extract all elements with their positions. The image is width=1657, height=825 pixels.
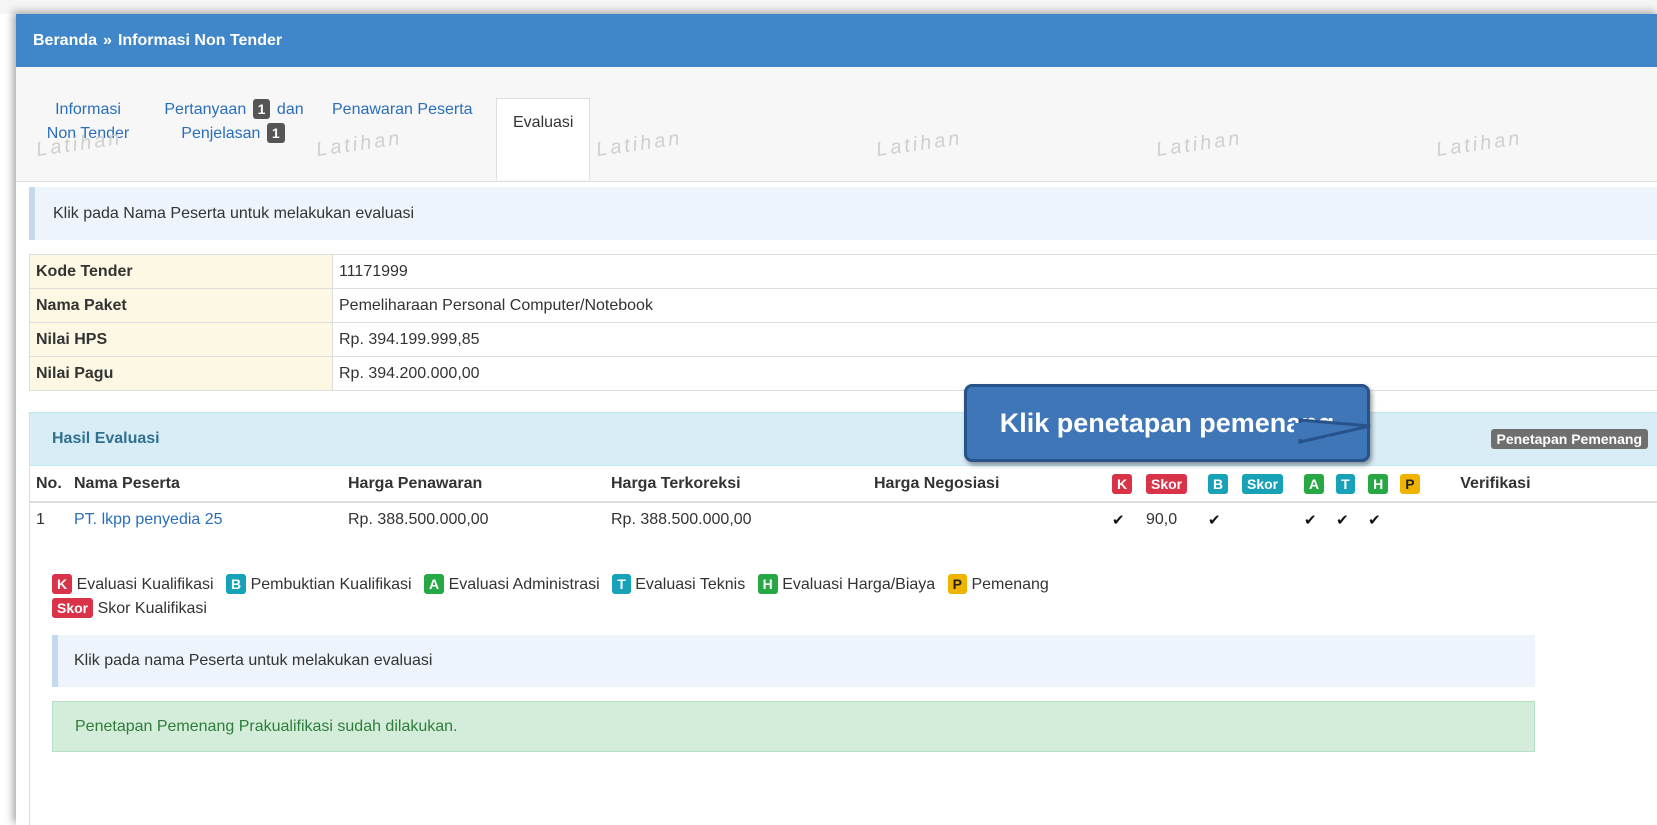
legend-h-badge: H xyxy=(757,574,778,594)
watermark: Latihan xyxy=(874,127,964,161)
tab-pertanyaan-label: Pertanyaan xyxy=(164,101,247,118)
legend: K Evaluasi Kualifikasi B Pembuktian Kual… xyxy=(52,573,1057,621)
legend-t-text: Evaluasi Teknis xyxy=(635,576,746,593)
col-t-label: T xyxy=(1336,473,1355,494)
penetapan-pemenang-button[interactable]: Penetapan Pemenang xyxy=(1490,429,1648,449)
table-row: Nama Paket Pemeliharaan Personal Compute… xyxy=(29,288,1657,323)
col-verifikasi: Verifikasi xyxy=(1454,466,1657,503)
legend-p-badge: P xyxy=(947,574,967,594)
col-harga-terkoreksi: Harga Terkoreksi xyxy=(605,466,868,503)
legend-t-badge: T xyxy=(612,574,631,594)
check-icon: ✔ xyxy=(1336,511,1349,529)
legend-k-badge: K xyxy=(52,574,73,594)
table-row: Nilai HPS Rp. 394.199.999,85 xyxy=(29,322,1657,357)
col-skor-label: Skor xyxy=(1146,473,1188,494)
table-row: Nilai Pagu Rp. 394.200.000,00 xyxy=(29,356,1657,391)
watermark: Latihan xyxy=(594,127,684,161)
legend-p-text: Pemenang xyxy=(971,576,1049,593)
row-skor: 90,0 xyxy=(1146,511,1178,528)
check-icon: ✔ xyxy=(1368,511,1381,529)
tab-penjelasan-label: Penjelasan xyxy=(181,125,261,142)
info-key: Nama Paket xyxy=(29,288,333,323)
col-p-label: P xyxy=(1400,473,1420,494)
success-alert: Penetapan Pemenang Prakualifikasi sudah … xyxy=(52,701,1535,752)
watermark: Latihan xyxy=(1154,127,1244,161)
watermark: Latihan xyxy=(1434,127,1524,161)
check-icon: ✔ xyxy=(1304,511,1317,529)
table-row: 1 PT. lkpp penyedia 25 Rp. 388.500.000,0… xyxy=(30,502,1657,537)
info-key: Kode Tender xyxy=(29,254,333,289)
info-callout: Klik pada Nama Peserta untuk melakukan e… xyxy=(29,187,1657,240)
table-row: Kode Tender 11171999 xyxy=(29,254,1657,289)
col-b-label: B xyxy=(1208,473,1229,494)
row-harga-terkoreksi: Rp. 388.500.000,00 xyxy=(611,511,752,528)
penjelasan-count-badge: 1 xyxy=(266,123,285,143)
legend-b-text: Pembuktian Kualifikasi xyxy=(250,576,412,593)
tab-penawaran-peserta[interactable]: Penawaran Peserta xyxy=(332,98,473,122)
table-header-row: No. Nama Peserta Harga Penawaran Harga T… xyxy=(30,466,1657,503)
col-skor-b-label: Skor xyxy=(1242,473,1284,494)
tender-info-table: Kode Tender 11171999 Nama Paket Pemeliha… xyxy=(29,254,1657,391)
col-k-label: K xyxy=(1112,473,1133,494)
legend-k-text: Evaluasi Kualifikasi xyxy=(76,576,214,593)
legend-a-badge: A xyxy=(423,574,445,594)
tab-pertanyaan-dan: dan xyxy=(276,101,304,118)
col-a-label: A xyxy=(1304,473,1325,494)
info-value: Pemeliharaan Personal Computer/Notebook xyxy=(332,288,1657,323)
legend-skor-badge: Skor xyxy=(52,598,94,618)
pertanyaan-count-badge: 1 xyxy=(252,99,271,119)
col-no: No. xyxy=(30,466,68,503)
col-h-label: H xyxy=(1368,473,1389,494)
breadcrumb: Beranda » Informasi Non Tender xyxy=(16,14,1657,67)
info-key: Nilai HPS xyxy=(29,322,333,357)
watermark: Latihan xyxy=(314,127,404,161)
info-key: Nilai Pagu xyxy=(29,356,333,391)
check-icon: ✔ xyxy=(1112,511,1125,529)
breadcrumb-separator: » xyxy=(103,31,112,49)
row-harga-negosiasi xyxy=(868,502,1106,537)
legend-a-text: Evaluasi Administrasi xyxy=(448,576,600,593)
tab-informasi-line1: Informasi xyxy=(55,101,121,118)
info-value: Rp. 394.199.999,85 xyxy=(332,322,1657,357)
hasil-evaluasi-panel: Hasil Evaluasi Penetapan Pemenang No. Na… xyxy=(29,412,1657,825)
top-band xyxy=(0,0,1657,14)
legend-skor-text: Skor Kualifikasi xyxy=(97,600,207,617)
callout-pointer xyxy=(1294,418,1371,444)
tab-bar: Informasi Non Tender Pertanyaan 1 dan Pe… xyxy=(16,67,1657,182)
panel-header: Hasil Evaluasi Penetapan Pemenang xyxy=(30,413,1657,466)
page-frame: Beranda » Informasi Non Tender Informasi… xyxy=(16,14,1657,825)
tab-evaluasi[interactable]: Evaluasi xyxy=(496,98,591,180)
col-harga-negosiasi: Harga Negosiasi xyxy=(868,466,1106,503)
panel-title: Hasil Evaluasi xyxy=(52,430,160,447)
check-icon: ✔ xyxy=(1208,511,1221,529)
row-harga-penawaran: Rp. 388.500.000,00 xyxy=(348,511,489,528)
peserta-link[interactable]: PT. lkpp penyedia 25 xyxy=(74,511,223,528)
breadcrumb-home[interactable]: Beranda xyxy=(33,32,97,50)
legend-h-text: Evaluasi Harga/Biaya xyxy=(782,576,936,593)
results-table: No. Nama Peserta Harga Penawaran Harga T… xyxy=(30,466,1657,537)
info-value: 11171999 xyxy=(332,254,1657,289)
row-no: 1 xyxy=(36,511,45,528)
col-nama: Nama Peserta xyxy=(68,466,342,503)
col-harga-penawaran: Harga Penawaran xyxy=(342,466,605,503)
note-callout: Klik pada nama Peserta untuk melakukan e… xyxy=(52,635,1535,687)
legend-b-badge: B xyxy=(225,574,247,594)
tab-pertanyaan-penjelasan[interactable]: Pertanyaan 1 dan Penjelasan 1 xyxy=(154,98,314,146)
breadcrumb-current: Informasi Non Tender xyxy=(117,31,283,49)
